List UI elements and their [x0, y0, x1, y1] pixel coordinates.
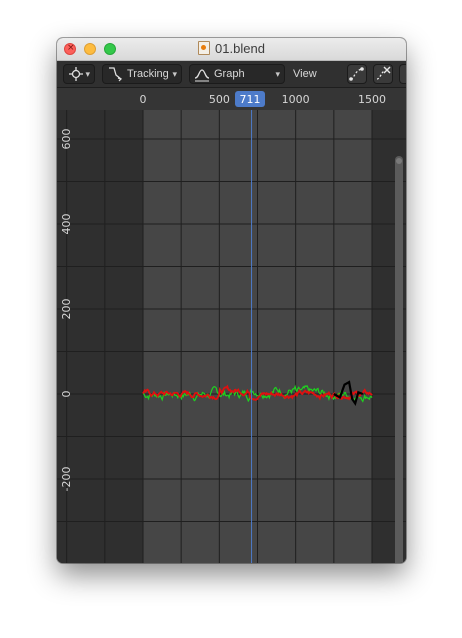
view-label: Graph	[214, 68, 245, 80]
tracking-graph-canvas[interactable]: 0 500 1000 1500 600 400 200 0 -200 711	[57, 88, 406, 563]
frame-ruler	[57, 88, 406, 110]
vertical-scrollbar[interactable]	[395, 156, 403, 563]
window-title-area: 01.blend	[57, 38, 406, 60]
current-frame-label: 711	[240, 93, 261, 106]
view-menu[interactable]: View	[293, 64, 317, 84]
editor-type-button[interactable]: ▾	[63, 64, 95, 84]
curve-delete-icon	[376, 66, 391, 80]
blend-file-icon	[198, 41, 211, 55]
graph-curve-icon	[194, 69, 210, 82]
value-tick-label: 200	[60, 299, 73, 320]
graph-editor[interactable]: 0 500 1000 1500 600 400 200 0 -200 711	[57, 88, 406, 563]
view-dropdown[interactable]: Graph ▾	[189, 64, 285, 84]
blender-window: × 01.blend ▾ Tracking ▾ Graph ▾ View 0 5…	[57, 38, 406, 563]
curve-points-button[interactable]	[347, 64, 367, 84]
curve-points-icon	[349, 67, 364, 81]
value-tick-label: 400	[60, 214, 73, 235]
curve-delete-button[interactable]	[373, 64, 393, 84]
chevron-down-icon: ▾	[172, 69, 177, 79]
header-overflow-button[interactable]	[399, 64, 406, 84]
cursor-crosshair-icon	[69, 67, 83, 81]
chevron-down-icon: ▾	[85, 69, 90, 79]
tracking-curve-icon	[109, 67, 123, 82]
chevron-down-icon: ▾	[275, 69, 280, 79]
frame-tick-label: 1500	[358, 93, 386, 106]
value-tick-label: 600	[60, 129, 73, 150]
value-tick-label: -200	[60, 467, 73, 492]
scrollbar-cap[interactable]	[396, 158, 402, 164]
frame-tick-label: 1000	[282, 93, 310, 106]
frame-tick-label: 500	[209, 93, 230, 106]
title-bar: × 01.blend	[57, 38, 406, 61]
mode-dropdown[interactable]: Tracking ▾	[102, 64, 182, 84]
window-title: 01.blend	[215, 41, 265, 56]
mode-label: Tracking	[127, 68, 169, 80]
frame-tick-label: 0	[140, 93, 147, 106]
value-tick-label: 0	[60, 391, 73, 398]
editor-header: ▾ Tracking ▾ Graph ▾ View	[57, 61, 406, 88]
